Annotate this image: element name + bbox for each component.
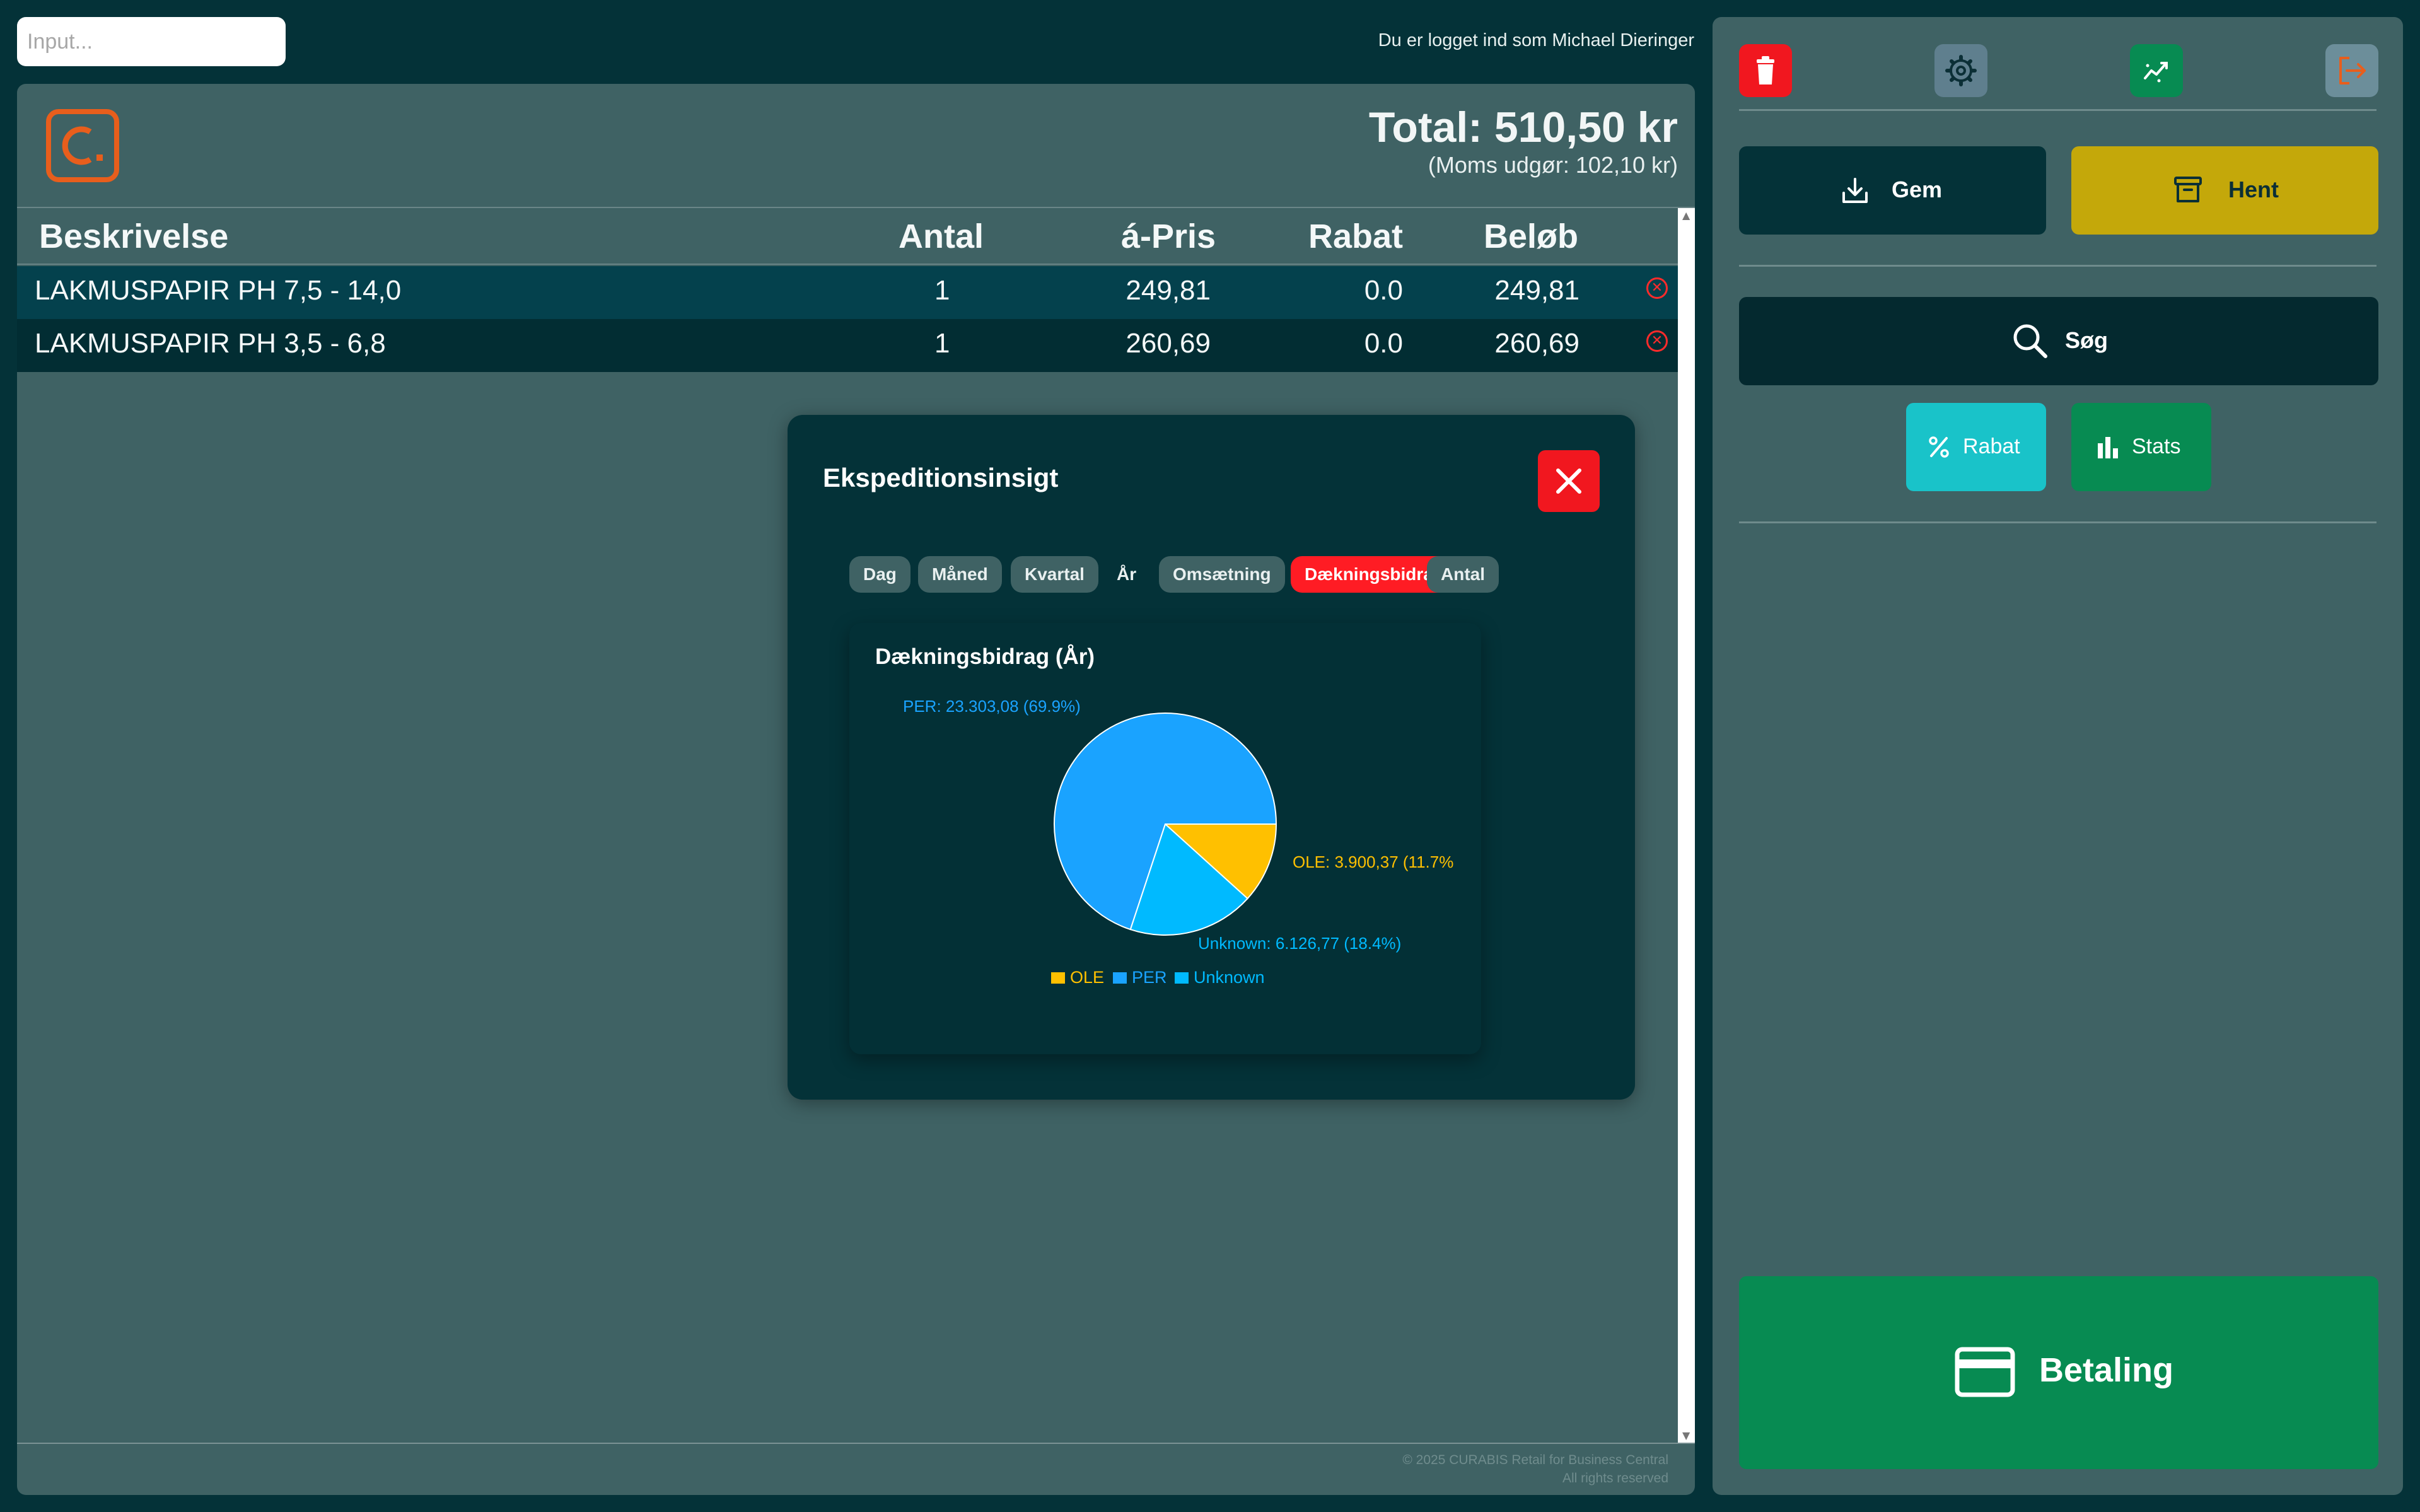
row-discount: 0.0 [1364,275,1403,306]
login-status: Du er logget ind som Michael Dieringer [1378,30,1694,50]
filter-aar[interactable]: År [1117,556,1136,593]
divider [1739,521,2376,523]
load-label: Hent [2228,177,2279,202]
column-header-description: Beskrivelse [39,218,229,255]
legend-label: OLE [1070,968,1104,987]
remove-row-icon[interactable]: ✕ [1646,330,1668,352]
row-description: LAKMUSPAPIR PH 7,5 - 14,0 [35,275,402,306]
credit-card-icon [1955,1347,2015,1397]
gear-icon [1945,55,1977,86]
column-header-discount: Rabat [1308,218,1404,255]
row-amount: 260,69 [1494,328,1579,359]
legend-label: Unknown [1194,968,1265,987]
stats-button[interactable]: Stats [2071,403,2211,491]
settings-button[interactable] [1934,44,1987,97]
action-panel: Gem Hent Søg Rabat Stats Betaling [1713,17,2403,1495]
close-icon [1556,468,1581,494]
save-label: Gem [1892,177,1943,202]
copyright-text: © 2025 CURABIS Retail for Business Centr… [1402,1453,1668,1467]
bar-chart-icon [2098,437,2118,458]
column-header-qty: Antal [899,218,984,255]
search-label: Søg [2065,327,2108,353]
save-button[interactable]: Gem [1739,146,2046,235]
search-input[interactable] [17,17,286,66]
filter-omsaetning[interactable]: Omsætning [1159,556,1285,593]
divider [17,1443,1695,1444]
archive-icon [2174,177,2202,202]
row-discount: 0.0 [1364,328,1403,359]
legend-label: PER [1132,968,1167,987]
stats-label: Stats [2132,434,2181,458]
receipt-vat: (Moms udgør: 102,10 kr) [1428,152,1678,178]
modal-title: Ekspeditionsinsigt [823,463,1059,492]
search-icon [2013,324,2047,358]
rights-text: All rights reserved [1562,1471,1668,1486]
logout-icon [2339,57,2366,84]
row-amount: 249,81 [1494,275,1579,306]
payment-button[interactable]: Betaling [1739,1276,2378,1469]
slice-label-unknown: Unknown: 6.126,77 (18.4%) [1198,934,1401,953]
percent-icon [1929,436,1949,458]
divider [1739,109,2376,111]
search-button[interactable]: Søg [1739,297,2378,385]
legend-item-ole[interactable]: OLE [1051,968,1104,987]
footer: © 2025 CURABIS Retail for Business Centr… [1402,1451,1668,1487]
row-qty: 1 [934,328,950,359]
table-row[interactable]: LAKMUSPAPIR PH 7,5 - 14,0 1 249,81 0.0 2… [17,266,1678,319]
logout-button[interactable] [2325,44,2378,97]
divider [1739,265,2376,267]
payment-label: Betaling [2039,1351,2174,1389]
sparkline-icon [2144,62,2168,83]
pie-chart: OLE: 3.900,37 (11.7% PER: 23.303,08 (69.9… [903,697,1453,987]
filter-dag[interactable]: Dag [849,556,910,593]
row-price: 249,81 [1126,275,1211,306]
trash-icon [1757,56,1774,84]
insight-modal: Ekspeditionsinsigt Dag Måned Kvartal År … [788,415,1635,1100]
table-header: Beskrivelse Antal á-Pris Rabat Beløb [17,208,1678,265]
filter-kvartal[interactable]: Kvartal [1011,556,1098,593]
receipt-total: Total: 510,50 kr [1368,103,1678,151]
legend-swatch [1113,972,1127,984]
pie-chart-card: Dækningsbidrag (År) OLE: 3.900,37 (11.7%… [849,623,1481,1054]
legend-swatch [1175,972,1189,984]
delete-button[interactable] [1739,44,1792,97]
curabis-logo [46,109,119,182]
discount-label: Rabat [1963,434,2020,458]
discount-button[interactable]: Rabat [1906,403,2046,491]
legend-swatch [1051,972,1065,984]
filter-antal[interactable]: Antal [1427,556,1499,593]
load-button[interactable]: Hent [2071,146,2378,235]
download-icon [1842,178,1868,203]
legend-item-per[interactable]: PER [1113,968,1167,987]
legend-item-unknown[interactable]: Unknown [1175,968,1265,987]
scroll-down-icon[interactable]: ▼ [1682,1429,1690,1441]
table-row[interactable]: LAKMUSPAPIR PH 3,5 - 6,8 1 260,69 0.0 26… [17,319,1678,372]
row-price: 260,69 [1126,328,1211,359]
column-header-amount: Beløb [1484,218,1579,255]
trend-button[interactable] [2130,44,2183,97]
column-header-price: á-Pris [1121,218,1216,255]
scroll-up-icon[interactable]: ▲ [1682,209,1690,221]
row-description: LAKMUSPAPIR PH 3,5 - 6,8 [35,328,386,359]
slice-label-ole: OLE: 3.900,37 (11.7% [1293,852,1453,871]
close-button[interactable] [1538,450,1600,512]
scrollbar[interactable]: ▲ ▼ [1678,208,1695,1443]
slice-label-per: PER: 23.303,08 (69.9%) [903,697,1081,716]
row-qty: 1 [934,275,950,306]
remove-row-icon[interactable]: ✕ [1646,277,1668,299]
filter-maaned[interactable]: Måned [918,556,1002,593]
